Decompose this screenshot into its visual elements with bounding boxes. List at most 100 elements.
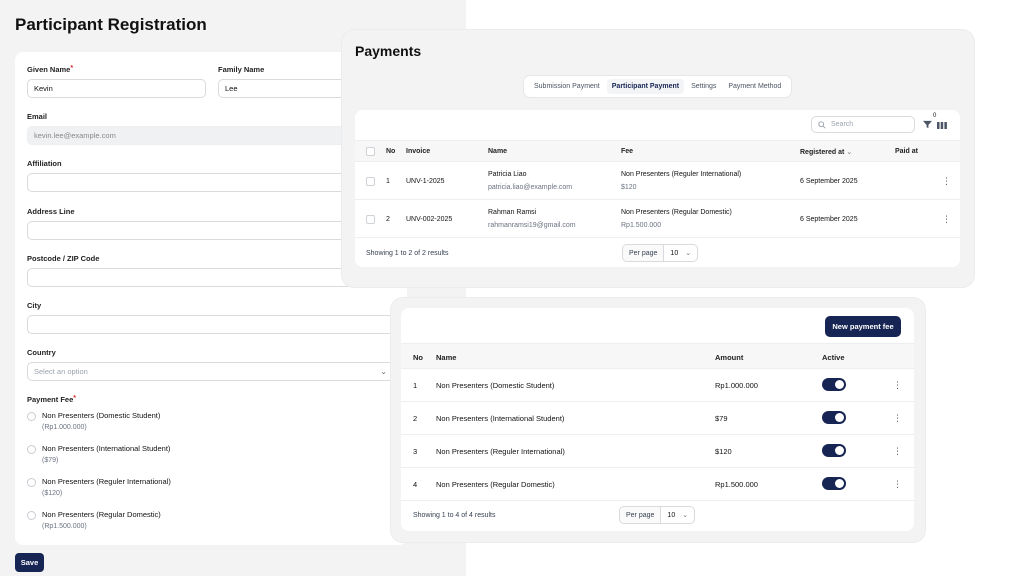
cell-fee: Non Presenters (Reguler International) xyxy=(621,171,742,178)
radio-button[interactable] xyxy=(27,412,36,421)
table-tools: 0 xyxy=(923,113,947,134)
active-toggle[interactable] xyxy=(822,444,846,457)
email-label: Email xyxy=(27,112,48,121)
address-input[interactable] xyxy=(27,221,394,240)
city-input[interactable] xyxy=(27,315,394,334)
radio-button[interactable] xyxy=(27,445,36,454)
fee-option-name: Non Presenters (Regular Domestic) xyxy=(42,510,161,519)
table-row[interactable]: 1 Non Presenters (Domestic Student) Rp1.… xyxy=(401,369,914,402)
per-page-label: Per page xyxy=(623,245,665,261)
row-actions-icon[interactable]: ⋮ xyxy=(893,447,902,456)
active-toggle[interactable] xyxy=(822,477,846,490)
row-actions-icon[interactable]: ⋮ xyxy=(893,414,902,423)
save-button[interactable]: Save xyxy=(15,553,44,572)
family-name-label: Family Name xyxy=(218,65,265,74)
cell-amount: $79 xyxy=(715,414,728,423)
given-name-label: Given Name* xyxy=(27,65,74,74)
active-toggle[interactable] xyxy=(822,411,846,424)
fee-option-price: (Rp1.000.000) xyxy=(42,424,87,431)
per-page-label: Per page xyxy=(620,507,662,523)
payment-fees-panel: New payment fee No Name Amount Active 1 … xyxy=(391,298,925,542)
fee-option-name: Non Presenters (International Student) xyxy=(42,444,171,453)
cell-no: 4 xyxy=(413,480,418,489)
cell-no: 3 xyxy=(413,447,418,456)
cell-amount: $120 xyxy=(621,184,637,191)
pagination-summary: Showing 1 to 2 of 2 results xyxy=(366,250,449,257)
tab-participant-payment[interactable]: Participant Payment xyxy=(606,79,685,94)
country-placeholder: Select an option xyxy=(34,367,88,376)
columns-icon[interactable] xyxy=(937,121,947,130)
active-toggle[interactable] xyxy=(822,378,846,391)
fee-option[interactable]: Non Presenters (Domestic Student) (Rp1.0… xyxy=(27,411,160,431)
fee-option[interactable]: Non Presenters (Regular Domestic) (Rp1.5… xyxy=(27,510,161,530)
affiliation-input[interactable] xyxy=(27,173,394,192)
tab-payment-method[interactable]: Payment Method xyxy=(723,79,786,94)
row-actions-icon[interactable]: ⋮ xyxy=(893,381,902,390)
row-checkbox[interactable] xyxy=(366,177,375,186)
table-row[interactable]: 3 Non Presenters (Reguler International)… xyxy=(401,435,914,468)
cell-registered: 6 September 2025 xyxy=(800,216,858,223)
cell-amount: $120 xyxy=(715,447,732,456)
cell-name: Non Presenters (International Student) xyxy=(436,414,565,423)
payment-fees-table: New payment fee No Name Amount Active 1 … xyxy=(401,308,914,531)
payments-table: Search 0 No Invoice Name Fee Registered … xyxy=(355,110,960,267)
per-page-select[interactable]: Per page 10 ⌄ xyxy=(619,506,696,524)
new-payment-fee-button[interactable]: New payment fee xyxy=(825,316,901,337)
sort-chevron-icon: ⌄ xyxy=(846,149,853,156)
affiliation-label: Affiliation xyxy=(27,159,62,168)
filter-icon xyxy=(923,120,932,129)
row-actions-icon[interactable]: ⋮ xyxy=(893,480,902,489)
tab-settings[interactable]: Settings xyxy=(686,79,721,94)
chevron-down-icon: ⌄ xyxy=(682,512,689,519)
cell-email: rahmanramsi19@gmail.com xyxy=(488,222,576,229)
per-page-value: 10 ⌄ xyxy=(667,511,689,520)
col-registered-at[interactable]: Registered at ⌄ xyxy=(800,148,852,156)
row-actions-icon[interactable]: ⋮ xyxy=(942,177,951,186)
select-all-checkbox[interactable] xyxy=(366,147,375,156)
table-row[interactable]: 4 Non Presenters (Regular Domestic) Rp1.… xyxy=(401,468,914,501)
cell-amount: Rp1.000.000 xyxy=(715,381,758,390)
cell-no: 2 xyxy=(386,216,390,223)
country-select[interactable]: Select an option ⌄ xyxy=(27,362,394,381)
cell-email: patricia.liao@example.com xyxy=(488,184,573,191)
col-no: No xyxy=(386,148,396,155)
table-row[interactable]: 2 Non Presenters (International Student)… xyxy=(401,402,914,435)
cell-no: 1 xyxy=(386,178,390,185)
table-row[interactable]: 2 UNV-002-2025 Rahman Ramsi rahmanramsi1… xyxy=(355,200,960,238)
fee-option[interactable]: Non Presenters (Reguler International) (… xyxy=(27,477,171,497)
country-label: Country xyxy=(27,348,56,357)
row-actions-icon[interactable]: ⋮ xyxy=(942,215,951,224)
fee-option-price: ($79) xyxy=(42,457,59,464)
given-name-input[interactable]: Kevin xyxy=(27,79,206,98)
search-input[interactable]: Search xyxy=(811,116,915,133)
fee-option-name: Non Presenters (Reguler International) xyxy=(42,477,171,486)
col-amount: Amount xyxy=(715,353,744,362)
cell-registered: 6 September 2025 xyxy=(800,178,858,185)
filter-count-badge: 0 xyxy=(933,113,937,119)
cell-amount: Rp1.500.000 xyxy=(715,480,758,489)
cell-name: Rahman Ramsi xyxy=(488,209,537,216)
fee-option[interactable]: Non Presenters (International Student) (… xyxy=(27,444,170,464)
radio-button[interactable] xyxy=(27,478,36,487)
table-header: No Name Amount Active xyxy=(401,343,914,369)
table-row[interactable]: 1 UNV-1-2025 Patricia Liao patricia.liao… xyxy=(355,162,960,200)
col-fee: Fee xyxy=(621,148,634,155)
radio-button[interactable] xyxy=(27,511,36,520)
chevron-down-icon: ⌄ xyxy=(685,250,692,257)
tab-submission-payment[interactable]: Submission Payment xyxy=(529,79,605,94)
col-active: Active xyxy=(822,353,845,362)
col-name: Name xyxy=(436,353,457,362)
cell-name: Patricia Liao xyxy=(488,171,527,178)
row-checkbox[interactable] xyxy=(366,215,375,224)
table-header: No Invoice Name Fee Registered at ⌄ Paid… xyxy=(355,140,960,162)
per-page-select[interactable]: Per page 10 ⌄ xyxy=(622,244,699,262)
cell-no: 2 xyxy=(413,414,418,423)
col-no: No xyxy=(413,353,423,362)
cell-fee: Non Presenters (Regular Domestic) xyxy=(621,209,732,216)
col-invoice: Invoice xyxy=(406,148,431,155)
postcode-label: Postcode / ZIP Code xyxy=(27,254,100,263)
per-page-value: 10 ⌄ xyxy=(670,249,692,258)
postcode-input[interactable] xyxy=(27,268,394,287)
search-placeholder: Search xyxy=(831,121,854,128)
filter-button[interactable]: 0 xyxy=(923,113,936,134)
